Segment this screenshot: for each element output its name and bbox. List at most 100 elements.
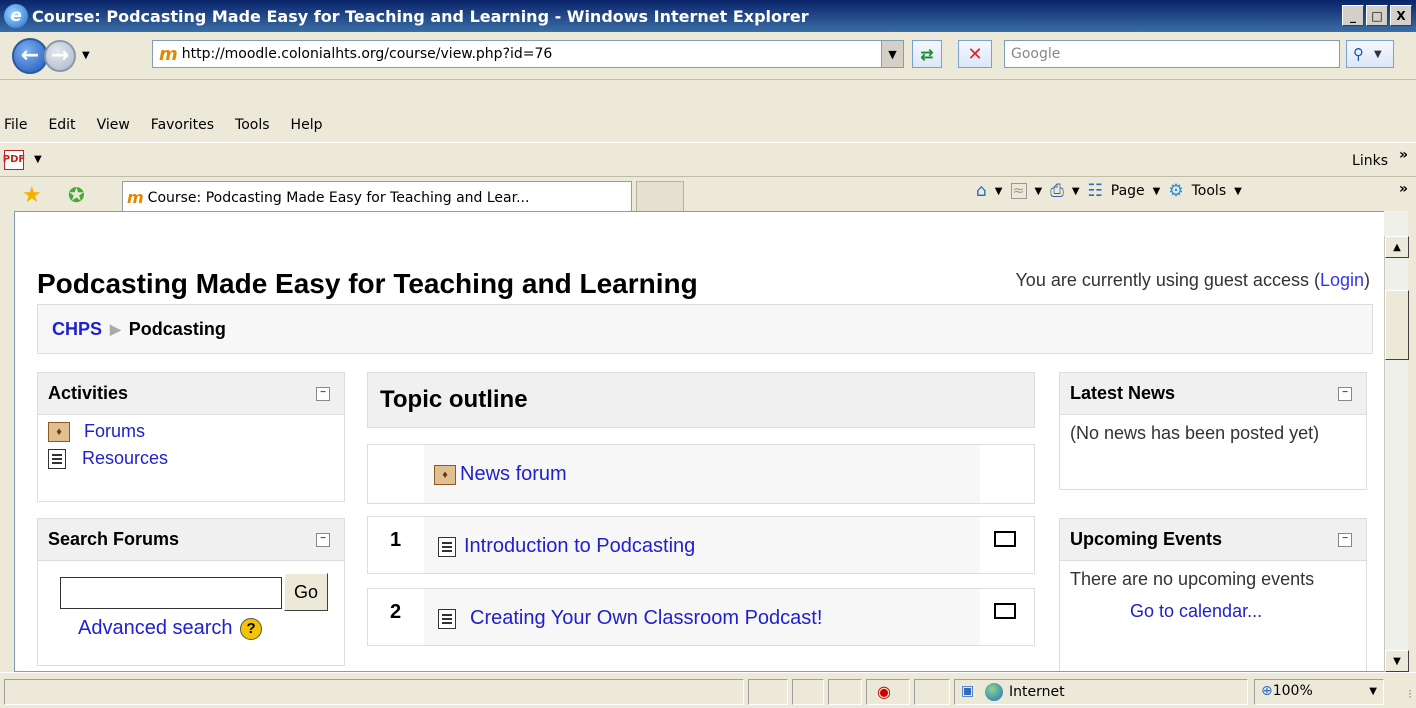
pdf-dropdown-icon[interactable]: ▼	[34, 154, 42, 165]
history-dropdown-icon[interactable]: ▼	[82, 50, 90, 61]
vertical-scrollbar[interactable]: ▲ ▼	[1384, 236, 1409, 672]
maximize-button[interactable]: □	[1366, 5, 1388, 26]
privacy-pane[interactable]: ◉	[866, 679, 910, 705]
scroll-up-icon[interactable]: ▲	[1385, 236, 1409, 258]
stop-button[interactable]: ✕	[958, 40, 992, 68]
forum-icon: ♦	[48, 421, 70, 442]
collapse-icon[interactable]: −	[1338, 387, 1352, 401]
menu-view[interactable]: View	[97, 117, 130, 133]
forward-button[interactable]: →	[44, 39, 76, 72]
news-forum-item[interactable]: ♦ News forum	[434, 463, 567, 486]
pdf-icon[interactable]: PDF	[3, 149, 25, 170]
highlight-checkbox[interactable]	[994, 531, 1016, 547]
collapse-icon[interactable]: −	[316, 387, 330, 401]
page-icon: ☷	[1087, 181, 1103, 201]
section-1-link[interactable]: Introduction to Podcasting	[464, 535, 695, 558]
tools-menu[interactable]: Tools	[1192, 183, 1227, 199]
search-input[interactable]: Google	[1004, 40, 1340, 68]
upcoming-events-text: There are no upcoming events	[1070, 569, 1315, 589]
advanced-search-link[interactable]: Advanced search	[78, 617, 233, 639]
resources-link[interactable]: Resources	[82, 448, 168, 469]
latest-news-block: Latest News − (No news has been posted y…	[1059, 372, 1367, 490]
search-options-dropdown-icon[interactable]: ▼	[1374, 49, 1382, 60]
menu-tools[interactable]: Tools	[235, 117, 270, 133]
chevron-right-icon[interactable]: »	[1399, 147, 1408, 163]
zoom-dropdown-icon[interactable]: ▼	[1369, 686, 1377, 697]
menu-favorites[interactable]: Favorites	[151, 117, 214, 133]
section-2-link[interactable]: Creating Your Own Classroom Podcast!	[470, 607, 822, 630]
topic-outline-header: Topic outline	[367, 372, 1035, 428]
feed-dropdown-icon[interactable]: ▼	[1035, 186, 1043, 197]
collapse-icon[interactable]: −	[1338, 533, 1352, 547]
tab-course[interactable]: m Course: Podcasting Made Easy for Teach…	[122, 181, 632, 213]
search-icon: ⚲	[1353, 45, 1364, 63]
links-toolbar-label[interactable]: Links	[1352, 153, 1388, 169]
print-icon[interactable]: ⎙	[1050, 181, 1064, 201]
home-dropdown-icon[interactable]: ▼	[995, 186, 1003, 197]
favorites-star-icon[interactable]: ★	[22, 183, 42, 208]
close-button[interactable]: X	[1390, 5, 1412, 26]
zoom-label: ⊕100%	[1261, 683, 1313, 699]
new-tab-button[interactable]	[636, 181, 684, 213]
gear-icon: ⚙	[1168, 181, 1184, 201]
news-forum-link[interactable]: News forum	[460, 463, 567, 486]
search-button[interactable]: ⚲ ▼	[1346, 40, 1394, 68]
tools-dropdown-icon[interactable]: ▼	[1234, 186, 1242, 197]
forum-icon: ♦	[434, 464, 456, 485]
section-1-item[interactable]: Introduction to Podcasting	[438, 535, 695, 558]
address-url[interactable]: http://moodle.colonialhts.org/course/vie…	[182, 46, 553, 62]
section-2-item[interactable]: Creating Your Own Classroom Podcast!	[438, 607, 822, 630]
zone-pane[interactable]: ▣ Internet	[954, 679, 1248, 705]
chevron-right-icon[interactable]: »	[1399, 181, 1408, 197]
upcoming-events-header: Upcoming Events −	[1060, 519, 1366, 561]
zoom-pane[interactable]: ⊕100% ▼	[1254, 679, 1384, 705]
tab-row: ★ ✪ m Course: Podcasting Made Easy for T…	[0, 176, 1416, 213]
menu-bar: File Edit View Favorites Tools Help	[0, 108, 1416, 142]
menu-file[interactable]: File	[4, 117, 27, 133]
go-button[interactable]: Go	[284, 573, 328, 611]
resource-icon	[48, 448, 66, 469]
activities-body: ♦ Forums Resources	[38, 415, 344, 481]
upcoming-events-title: Upcoming Events	[1070, 529, 1223, 549]
activity-resources[interactable]: Resources	[48, 448, 334, 469]
page-menu[interactable]: Page	[1111, 183, 1145, 199]
breadcrumb-chps-link[interactable]: CHPS	[52, 319, 102, 340]
section-number: 1	[390, 529, 402, 551]
highlight-checkbox[interactable]	[994, 603, 1016, 619]
calendar-link[interactable]: Go to calendar...	[1130, 599, 1356, 623]
minimize-button[interactable]: _	[1342, 5, 1364, 26]
feed-icon[interactable]: ≈	[1010, 183, 1027, 199]
ie-logo-icon: e	[4, 4, 28, 28]
forum-search-input[interactable]	[60, 577, 282, 609]
upcoming-events-block: Upcoming Events − There are no upcoming …	[1059, 518, 1367, 671]
address-toolbar: ← → ▼ m http://moodle.colonialhts.org/co…	[0, 32, 1416, 80]
home-icon[interactable]: ⌂	[976, 181, 987, 201]
status-bar: ◉ ▣ Internet ⊕100% ▼ ⁝	[0, 672, 1416, 708]
advanced-search: Advanced search ?	[78, 617, 263, 640]
address-bar[interactable]: m http://moodle.colonialhts.org/course/v…	[152, 40, 904, 68]
search-forums-title: Search Forums	[48, 529, 180, 549]
print-dropdown-icon[interactable]: ▼	[1072, 186, 1080, 197]
back-button[interactable]: ←	[12, 37, 48, 74]
menu-help[interactable]: Help	[291, 117, 323, 133]
menu-edit[interactable]: Edit	[48, 117, 75, 133]
breadcrumb: CHPS ▶ Podcasting	[37, 304, 1373, 354]
topic-outline-title: Topic outline	[380, 386, 528, 413]
command-bar: ⌂ ▼ ≈ ▼ ⎙ ▼ ☷ Page ▼ ⚙ Tools ▼	[976, 181, 1242, 201]
add-favorites-icon[interactable]: ✪	[68, 183, 85, 207]
activity-forums[interactable]: ♦ Forums	[48, 421, 334, 442]
resize-grip-icon[interactable]: ⁝	[1408, 687, 1412, 701]
latest-news-body: (No news has been posted yet)	[1070, 423, 1320, 443]
page-viewport: Podcasting Made Easy for Teaching and Le…	[14, 211, 1384, 672]
collapse-icon[interactable]: −	[316, 533, 330, 547]
forums-link[interactable]: Forums	[84, 421, 145, 442]
refresh-button[interactable]: ⇄	[912, 40, 942, 68]
address-dropdown-icon[interactable]: ▼	[881, 41, 903, 67]
page-dropdown-icon[interactable]: ▼	[1153, 186, 1161, 197]
breadcrumb-current: Podcasting	[128, 318, 226, 339]
popup-blocker-icon: ▣	[961, 683, 975, 699]
scroll-down-icon[interactable]: ▼	[1385, 650, 1409, 672]
scroll-thumb[interactable]	[1385, 290, 1409, 360]
help-icon[interactable]: ?	[240, 617, 263, 640]
login-link[interactable]: Login	[1320, 270, 1364, 290]
